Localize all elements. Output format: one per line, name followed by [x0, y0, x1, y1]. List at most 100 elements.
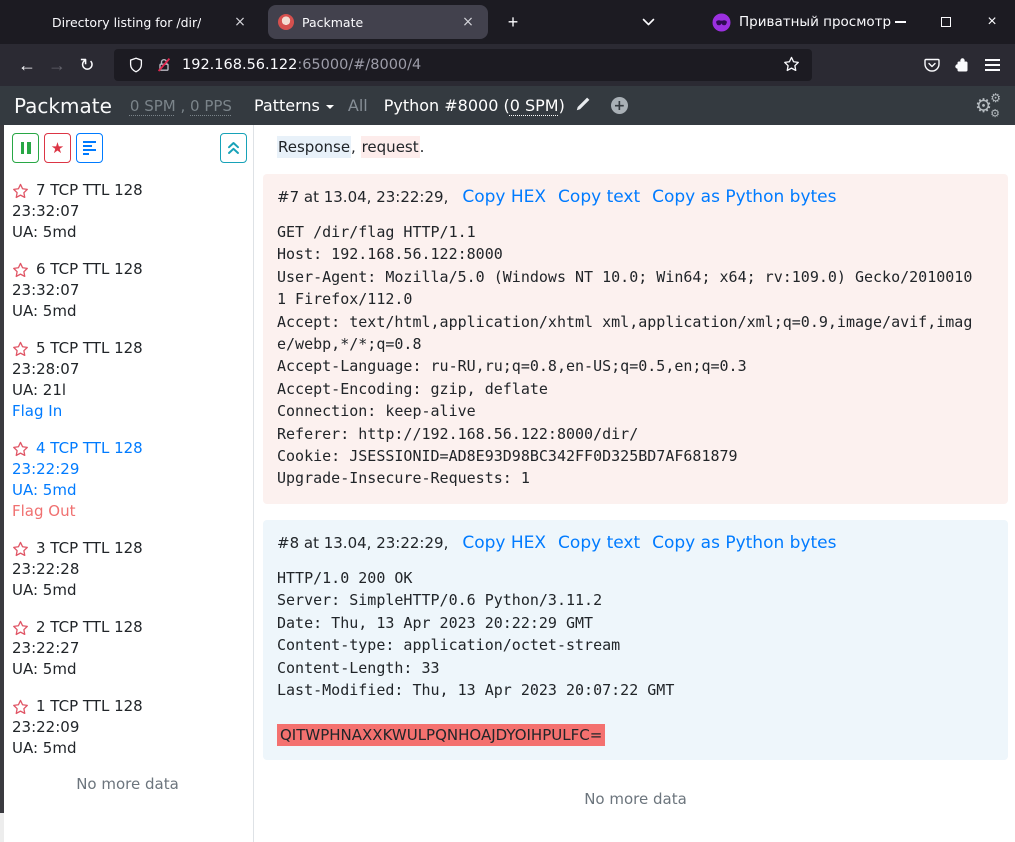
private-browsing-label: Приватный просмотр: [739, 14, 891, 30]
packet-detail-pane: Response, request. #7 at 13.04, 23:22:29…: [254, 125, 1015, 842]
packet-title: 6 TCP TTL 128: [36, 259, 143, 280]
packet-ua: UA: 5md: [12, 480, 243, 501]
settings-button[interactable]: ⚙ ⚙ ⚙: [975, 94, 1001, 118]
patterns-dropdown[interactable]: Patterns: [254, 96, 334, 115]
packet-time: 23:22:28: [12, 559, 243, 580]
back-button[interactable]: ←: [12, 50, 42, 80]
tracking-shield-icon[interactable]: [128, 57, 144, 73]
copy-python-bytes-link[interactable]: Copy as Python bytes: [652, 532, 836, 555]
packet-item-6[interactable]: 6 TCP TTL 128 23:32:07 UA: 5md: [12, 259, 243, 322]
legend-request: request: [361, 136, 420, 158]
capture-stats: 0 SPM , 0 PPS: [130, 97, 232, 115]
legend: Response, request.: [263, 137, 1008, 158]
maximize-icon: [941, 17, 951, 27]
window-maximize-button[interactable]: [923, 0, 969, 44]
packet-ua: UA: 5md: [12, 580, 243, 601]
navbar-right-icons: [917, 50, 1007, 80]
window-close-button[interactable]: ×: [969, 0, 1015, 44]
packet-ua: UA: 5md: [12, 738, 243, 759]
close-icon: ×: [987, 13, 996, 31]
filter-all-tab[interactable]: All: [348, 96, 368, 115]
reload-button[interactable]: ↻: [72, 50, 102, 80]
packet-title: 1 TCP TTL 128: [36, 696, 143, 717]
tab-packmate[interactable]: Packmate ×: [268, 5, 488, 39]
copy-hex-link[interactable]: Copy HEX: [462, 186, 546, 209]
window-minimize-button[interactable]: [877, 0, 923, 44]
app-brand[interactable]: Packmate: [14, 94, 112, 118]
window-controls: ×: [877, 0, 1015, 44]
pencil-icon: [575, 96, 591, 112]
copy-text-link[interactable]: Copy text: [558, 532, 640, 555]
tab-close-icon[interactable]: ×: [230, 12, 250, 32]
packet-item-7[interactable]: 7 TCP TTL 128 23:32:07 UA: 5md: [12, 180, 243, 243]
packet-time: 23:22:27: [12, 638, 243, 659]
packet-item-2[interactable]: 2 TCP TTL 128 23:22:27 UA: 5md: [12, 617, 243, 680]
extensions-button[interactable]: [947, 50, 977, 80]
tab-title: Packmate: [302, 15, 363, 30]
favorite-star-icon[interactable]: [12, 541, 29, 557]
packet-time: 23:32:07: [12, 201, 243, 222]
copy-hex-link[interactable]: Copy HEX: [462, 532, 546, 555]
sidebar-scrollbar[interactable]: [0, 125, 4, 842]
capture-tab-python-8000[interactable]: Python #8000 (0 SPM): [384, 96, 565, 115]
scroll-to-top-button[interactable]: [220, 133, 247, 163]
url-bar[interactable]: 192.168.56.122:65000/#/8000/4: [114, 49, 812, 81]
pause-icon: [21, 142, 31, 154]
star-icon: ★: [51, 141, 64, 156]
favorite-star-icon[interactable]: [12, 262, 29, 278]
insecure-lock-icon[interactable]: [156, 57, 172, 73]
flag-match-highlight: QITWPHNAXXKWULPQNHOAJDYOIHPULFC=: [277, 724, 605, 746]
sidebar-no-more-data: No more data: [12, 775, 243, 793]
add-capture-button[interactable]: +: [611, 97, 628, 114]
puzzle-icon: [953, 56, 971, 74]
pps-stat: 0 PPS: [190, 97, 232, 115]
private-mask-icon: [712, 13, 731, 32]
spm-stat: 0 SPM: [130, 97, 176, 115]
forward-button[interactable]: →: [42, 50, 72, 80]
packet-item-1[interactable]: 1 TCP TTL 128 23:22:09 UA: 5md: [12, 696, 243, 759]
packet-item-5[interactable]: 5 TCP TTL 128 23:28:07 UA: 21l Flag In: [12, 338, 243, 422]
caret-down-icon: [326, 105, 334, 109]
packet-ua: UA: 5md: [12, 301, 243, 322]
packet-item-4-selected[interactable]: 4 TCP TTL 128 23:22:29 UA: 5md Flag Out: [12, 438, 243, 522]
packet-body: GET /dir/flag HTTP/1.1 Host: 192.168.56.…: [277, 221, 981, 490]
list-all-tabs-button[interactable]: [642, 14, 655, 29]
scrollbar-thumb[interactable]: [0, 125, 4, 813]
favorite-star-icon[interactable]: [12, 699, 29, 715]
packet-card-8: #8 at 13.04, 23:22:29, Copy HEX Copy tex…: [263, 520, 1008, 760]
favorite-star-icon[interactable]: [12, 341, 29, 357]
packet-time: 23:32:07: [12, 280, 243, 301]
new-tab-button[interactable]: +: [498, 7, 528, 37]
tab-bar: Directory listing for /dir/ × Packmate ×…: [0, 0, 1015, 44]
bookmark-star-icon[interactable]: [783, 56, 800, 76]
favorite-star-icon[interactable]: [12, 441, 29, 457]
favorite-star-icon[interactable]: [12, 620, 29, 636]
chevron-down-icon: [642, 18, 655, 26]
main-no-more-data: No more data: [263, 776, 1008, 822]
tab-close-icon[interactable]: ×: [458, 12, 478, 32]
chevrons-up-icon: [227, 141, 240, 155]
packet-flag-in: Flag In: [12, 401, 243, 422]
packet-ua: UA: 5md: [12, 659, 243, 680]
favorite-star-icon[interactable]: [12, 183, 29, 199]
favorites-filter-button[interactable]: ★: [44, 133, 71, 163]
packet-title: 7 TCP TTL 128: [36, 180, 143, 201]
menu-button[interactable]: [977, 50, 1007, 80]
copy-python-bytes-link[interactable]: Copy as Python bytes: [652, 186, 836, 209]
packet-time: 23:22:09: [12, 717, 243, 738]
packet-title: 3 TCP TTL 128: [36, 538, 143, 559]
pause-capture-button[interactable]: [12, 133, 39, 163]
packet-item-3[interactable]: 3 TCP TTL 128 23:22:28 UA: 5md: [12, 538, 243, 601]
patterns-filter-button[interactable]: [76, 133, 103, 163]
packet-card-header: #8 at 13.04, 23:22:29, Copy HEX Copy tex…: [277, 532, 994, 555]
edit-capture-button[interactable]: [575, 96, 591, 116]
browser-navbar: ← → ↻ 192.168.56.122:65000/#/8000/4: [0, 44, 1015, 86]
packet-card-header: #7 at 13.04, 23:22:29, Copy HEX Copy tex…: [277, 186, 994, 209]
packet-id: #8 at 13.04, 23:22:29,: [277, 532, 448, 555]
pocket-button[interactable]: [917, 50, 947, 80]
packet-list: 7 TCP TTL 128 23:32:07 UA: 5md 6 TCP TTL…: [8, 163, 253, 793]
packet-ua: UA: 21l: [12, 380, 243, 401]
packet-body: HTTP/1.0 200 OK Server: SimpleHTTP/0.6 P…: [277, 567, 981, 746]
tab-directory-listing[interactable]: Directory listing for /dir/ ×: [28, 5, 260, 39]
copy-text-link[interactable]: Copy text: [558, 186, 640, 209]
